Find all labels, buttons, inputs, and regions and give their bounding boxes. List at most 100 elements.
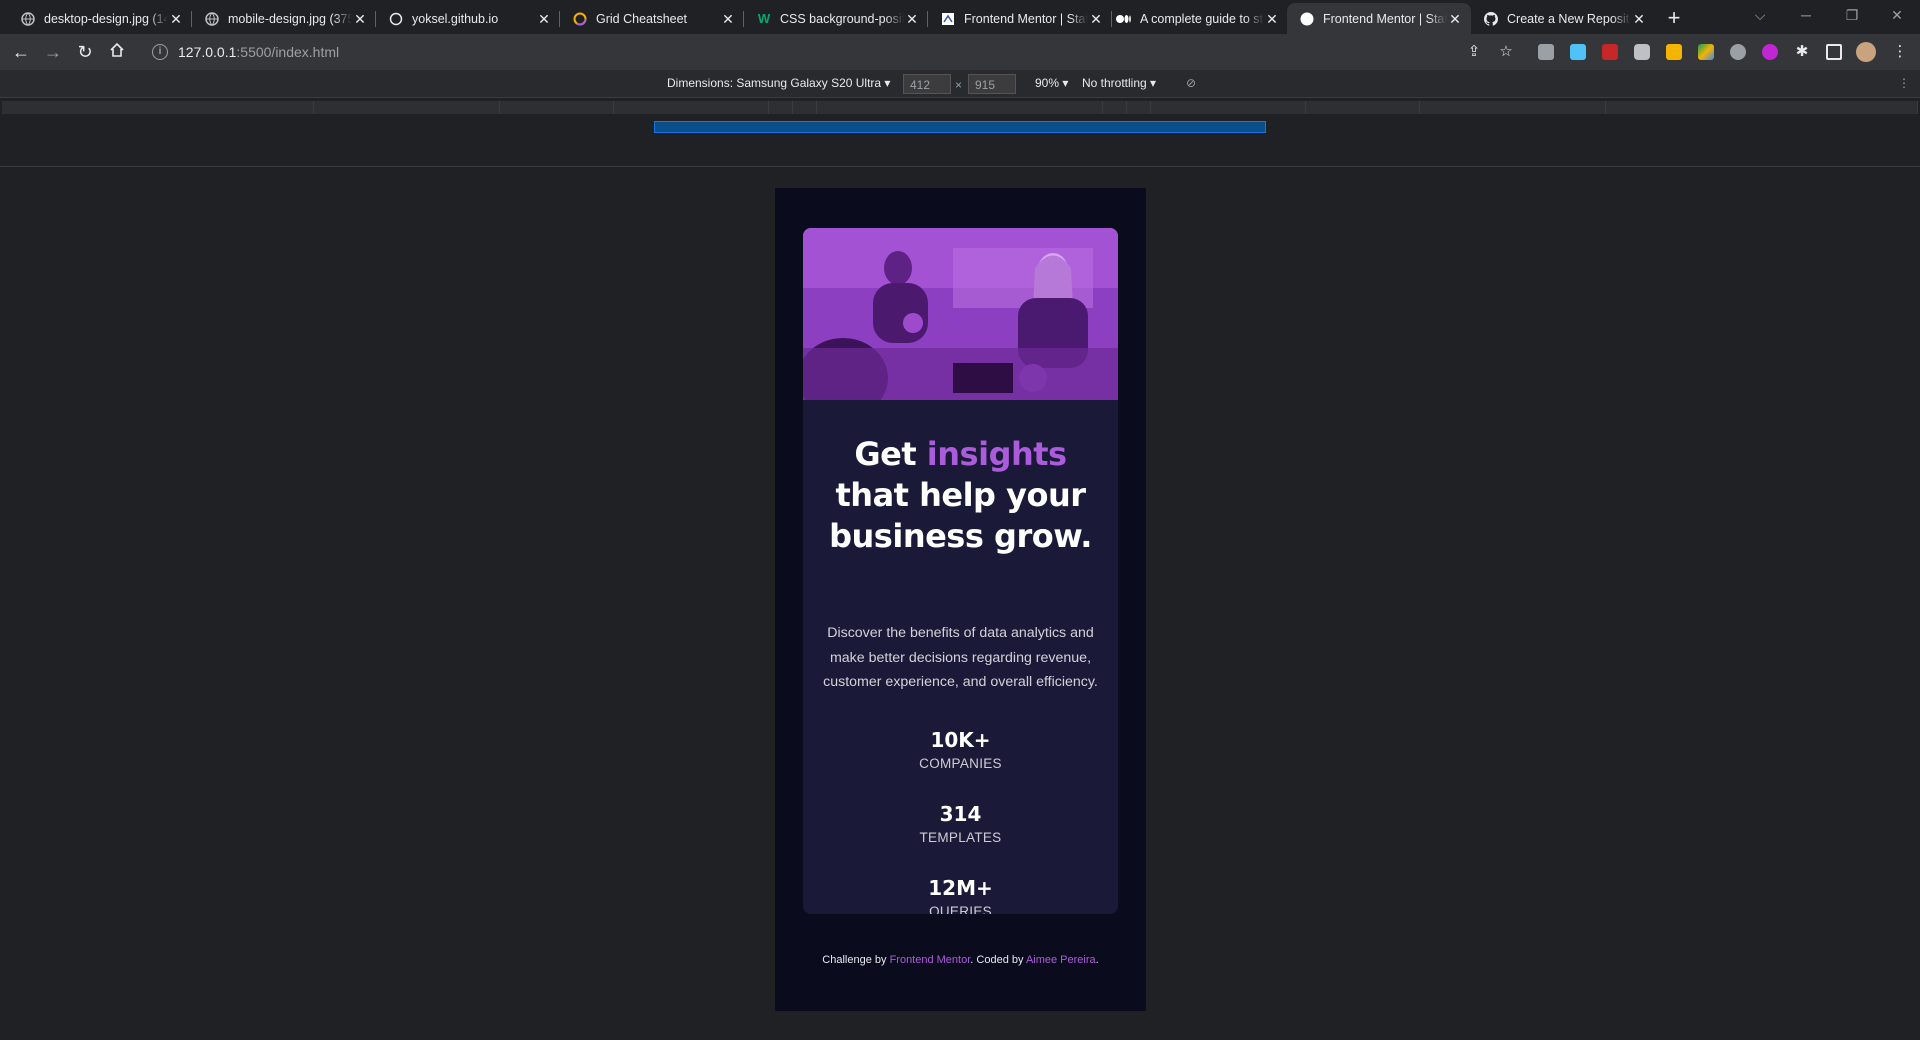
circle-icon [388,11,404,27]
media-query-segment[interactable] [1151,101,1306,114]
media-query-segment[interactable] [2,101,314,114]
close-icon[interactable]: ✕ [352,11,368,27]
width-input[interactable]: 412 [903,74,951,94]
zoom-label: 90% [1035,76,1060,90]
tab-title: CSS background-position [780,11,904,26]
drive-icon[interactable] [1698,44,1714,60]
tab-title: Frontend Mentor | Stats [1323,11,1447,26]
stat-value: 12M+ [928,876,993,900]
media-query-segment[interactable] [1606,101,1918,114]
w3-icon: W [757,11,771,26]
rotate-icon[interactable]: ⊘ [1186,76,1196,90]
tab-title: desktop-design.jpg (1440×… [44,11,168,26]
media-query-segment[interactable] [614,101,769,114]
device-dimensions-label: Dimensions: Samsung Galaxy S20 Ultra [667,76,882,90]
stat-label: QUERIES [929,904,992,914]
fm-icon [940,11,956,27]
device-dimensions-select[interactable]: Dimensions: Samsung Galaxy S20 Ultra ▾ [667,76,890,90]
close-icon[interactable]: ✕ [1447,11,1463,27]
stat-label: COMPANIES [919,756,1002,771]
tab-title: Grid Cheatsheet [596,11,688,26]
close-icon[interactable]: ✕ [1631,11,1647,27]
tab-css-background[interactable]: W CSS background-position ✕ [744,3,928,34]
address-bar[interactable]: i 127.0.0.1 :5500/index.html [142,38,1472,66]
close-icon[interactable]: ✕ [904,11,920,27]
throttling-select[interactable]: No throttling ▾ [1082,76,1156,90]
tab-title: mobile-design.jpg (375×… [228,11,352,26]
avatar[interactable] [1856,42,1876,62]
media-query-segment[interactable] [793,101,817,114]
media-query-ruler [0,99,1920,116]
tab-search-button[interactable]: ⌵ [1737,0,1783,30]
stat-templates: 314 TEMPLATES [803,802,1118,848]
share-icon[interactable]: ⇪ [1464,42,1484,62]
media-query-segment[interactable] [500,101,614,114]
medium-icon [1116,11,1132,27]
github-icon [1483,11,1499,27]
stat-queries: 12M+ QUERIES [803,876,1118,914]
media-query-active-bar[interactable] [654,121,1266,133]
menu-kebab-icon[interactable]: ⋮ [1890,42,1910,62]
back-button[interactable]: ← [9,40,33,64]
media-query-segment[interactable] [817,101,1103,114]
tab-yoksel[interactable]: yoksel.github.io ✕ [376,3,560,34]
tab-grid-cheatsheet[interactable]: Grid Cheatsheet ✕ [560,3,744,34]
minimize-button[interactable]: ─ [1783,0,1829,30]
headline-post: that help your business grow. [829,476,1092,555]
tab-github-new-repo[interactable]: Create a New Repository ✕ [1471,3,1655,34]
extension-icon[interactable] [1570,44,1586,60]
page-title: Get insights that help your business gro… [817,434,1104,557]
tab-mobile-design[interactable]: mobile-design.jpg (375×… ✕ [192,3,376,34]
ublock-icon[interactable] [1602,44,1618,60]
extension-icon[interactable] [1666,44,1682,60]
restore-button[interactable]: ❐ [1829,0,1875,30]
height-input[interactable]: 915 [968,74,1016,94]
reload-button[interactable]: ↻ [73,40,97,64]
puzzle-icon[interactable]: ✱ [1792,42,1812,62]
globe-icon [20,11,36,27]
media-query-segment[interactable] [1103,101,1127,114]
side-panel-icon[interactable] [1826,44,1842,60]
close-icon[interactable]: ✕ [1088,11,1104,27]
close-icon[interactable]: ✕ [168,11,184,27]
attribution-suffix: . [1095,954,1099,966]
media-query-segment[interactable] [1306,101,1420,114]
close-icon[interactable]: ✕ [720,11,736,27]
home-button[interactable] [105,40,129,64]
globe-icon [204,11,220,27]
close-icon[interactable]: ✕ [536,11,552,27]
frontend-mentor-link[interactable]: Frontend Mentor [890,954,971,966]
tab-frontend-mentor-active[interactable]: Frontend Mentor | Stats ✕ [1287,3,1471,34]
tab-desktop-design[interactable]: desktop-design.jpg (1440×… ✕ [8,3,192,34]
throttling-label: No throttling [1082,76,1147,90]
forward-button[interactable]: → [41,40,65,64]
close-window-button[interactable]: ✕ [1874,0,1920,30]
divider [0,166,1920,167]
extension-icon[interactable] [1730,44,1746,60]
devtools-more-icon[interactable]: ⋮ [1898,76,1910,90]
media-query-segment[interactable] [1127,101,1151,114]
bookmark-star-icon[interactable]: ☆ [1496,42,1516,62]
stat-label: TEMPLATES [919,830,1002,845]
device-viewport: Get insights that help your business gro… [775,188,1146,1011]
extension-icon[interactable] [1538,44,1554,60]
extension-icon[interactable] [1762,44,1778,60]
media-query-segment[interactable] [1420,101,1606,114]
media-query-segment[interactable] [769,101,793,114]
media-query-segment[interactable] [314,101,500,114]
circle-icon [572,11,588,27]
description: Discover the benefits of data analytics … [823,625,1098,690]
stat-value: 10K+ [930,728,991,752]
tab-frontend-mentor-1[interactable]: Frontend Mentor | Stats ✕ [928,3,1112,34]
zoom-select[interactable]: 90% ▾ [1035,76,1068,90]
info-icon[interactable]: i [152,44,168,60]
attribution-middle: . Coded by [970,954,1026,966]
camera-icon[interactable] [1634,44,1650,60]
new-tab-button[interactable]: + [1660,5,1688,33]
headline-pre: Get [854,435,927,473]
author-link[interactable]: Aimee Pereira [1026,954,1096,966]
tab-styling-guide[interactable]: A complete guide to styling ✕ [1104,3,1288,34]
url-host: 127.0.0.1 [178,44,237,60]
close-icon[interactable]: ✕ [1264,11,1280,27]
tab-title: A complete guide to styling [1140,11,1264,26]
